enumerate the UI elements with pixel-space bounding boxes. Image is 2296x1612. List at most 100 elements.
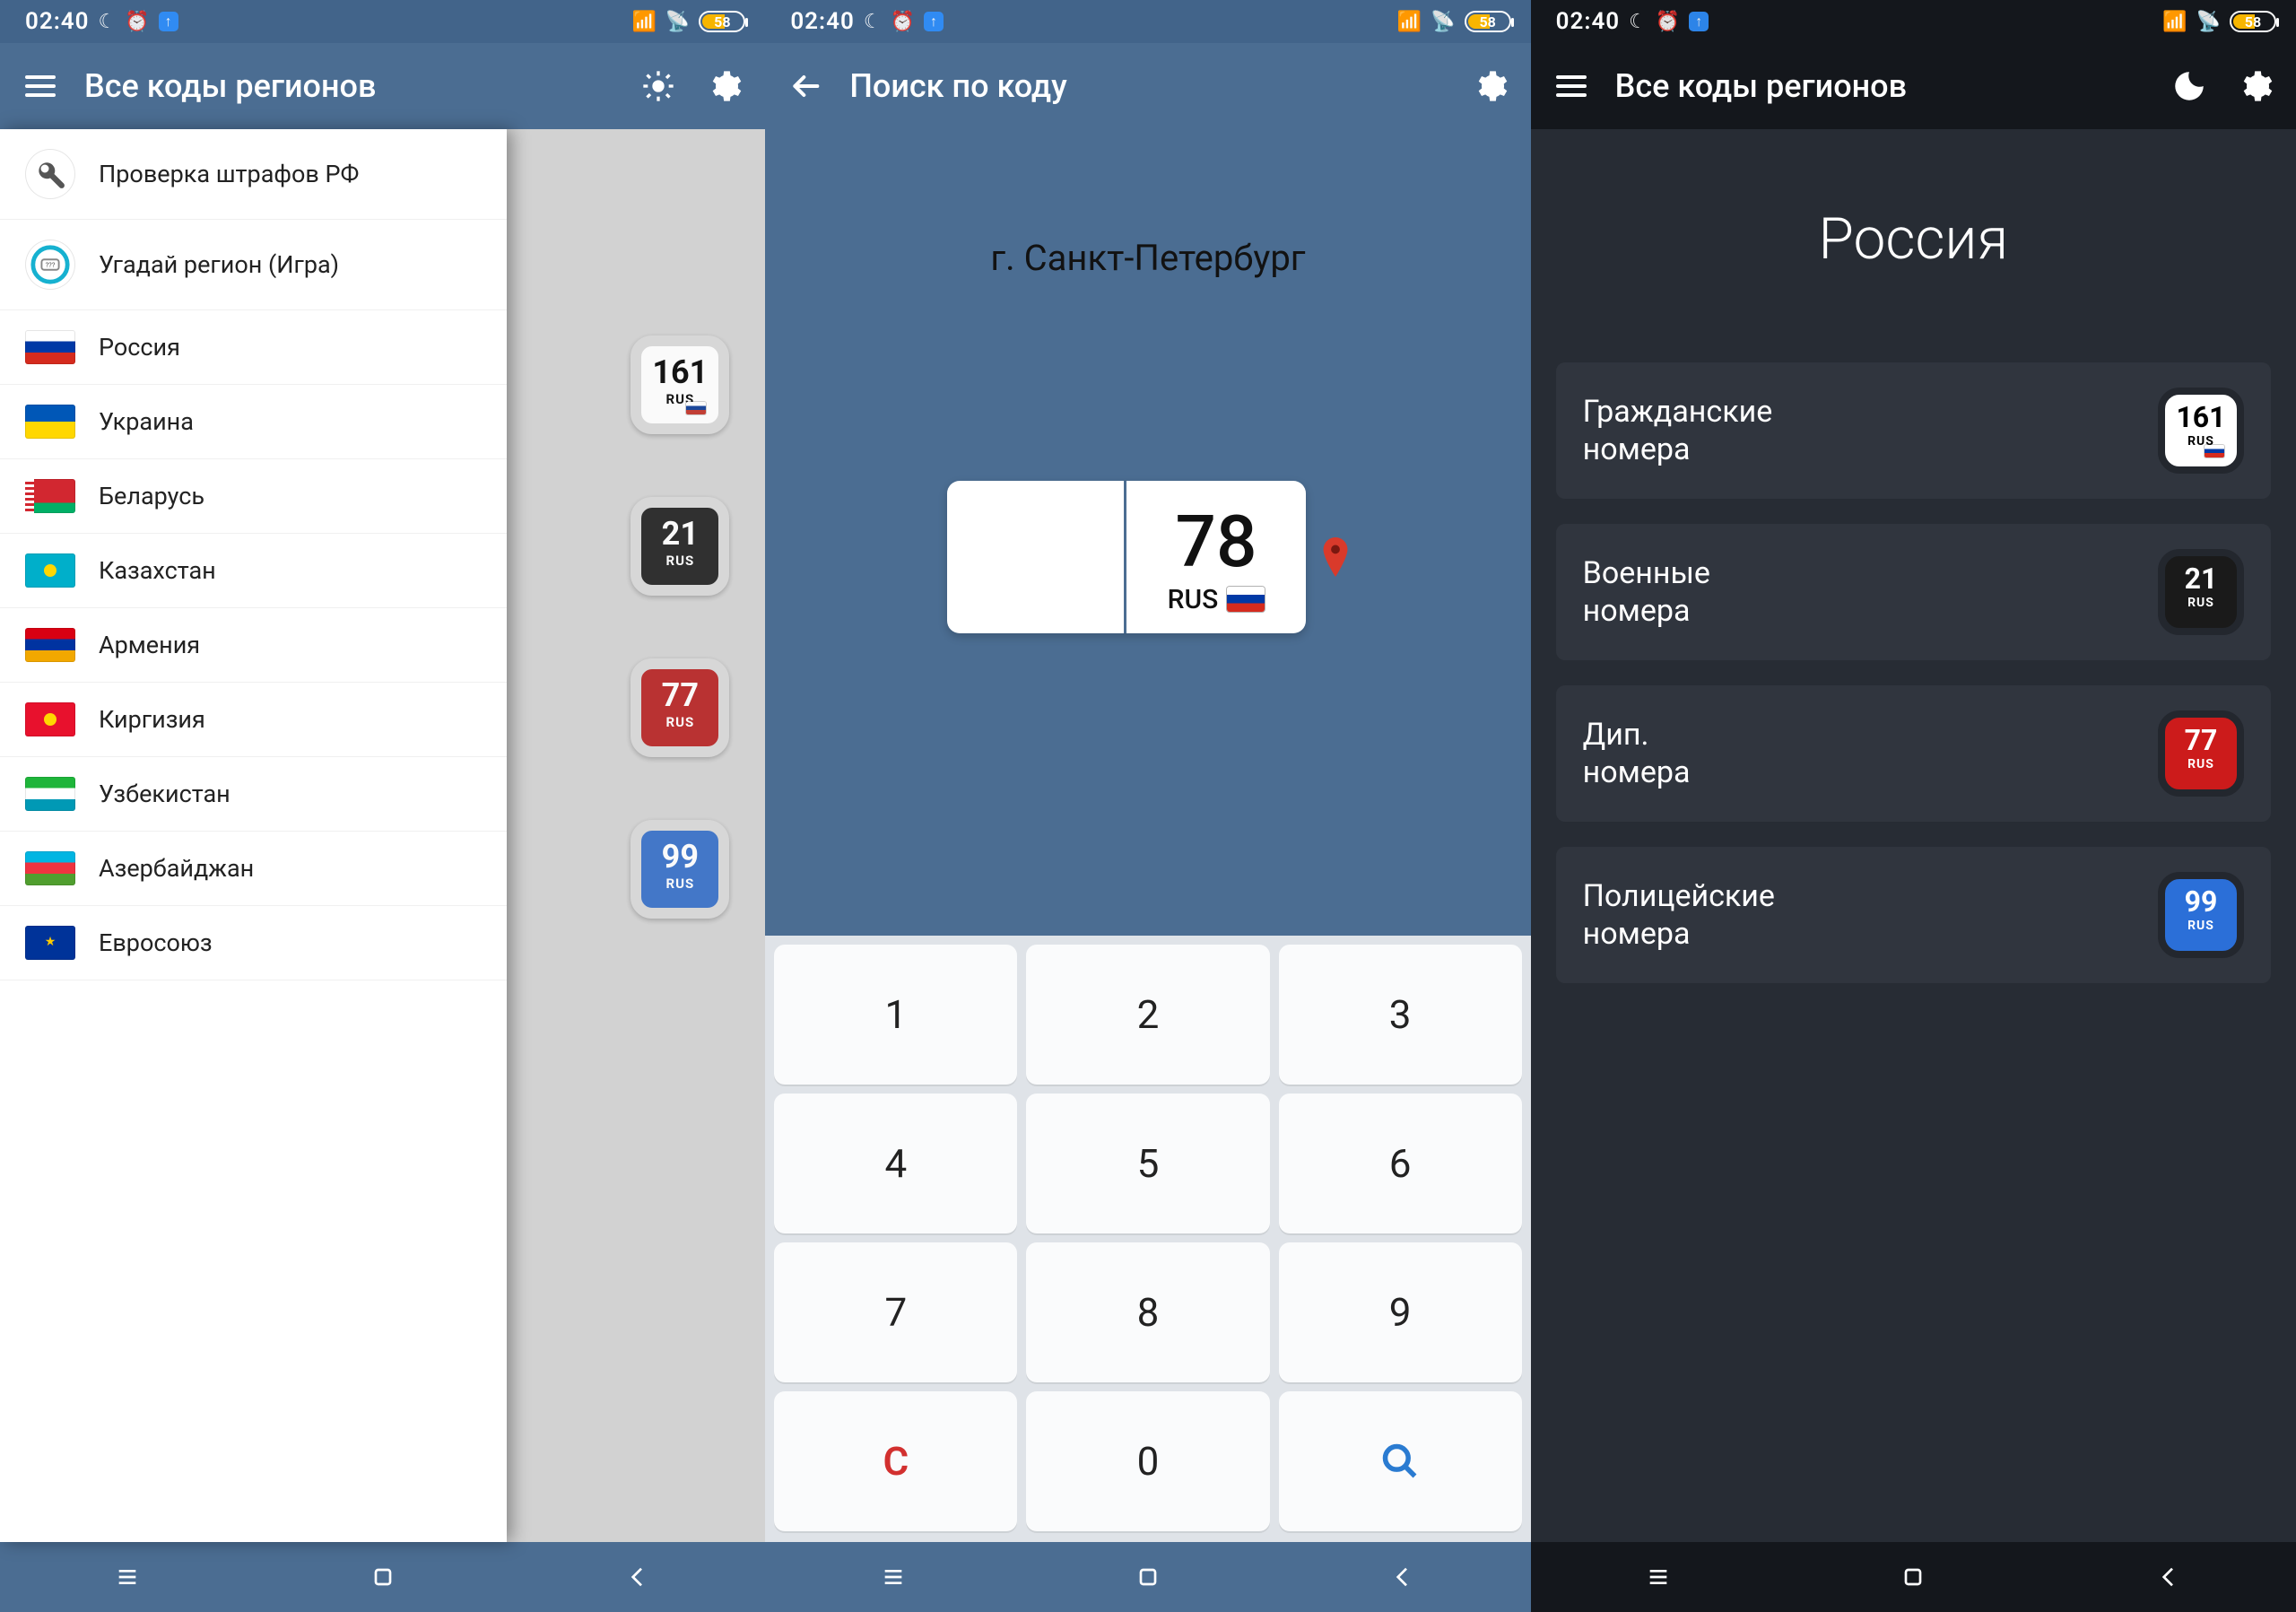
- flag-kg-icon: [25, 702, 75, 736]
- search-content: г. Санкт-Петербург 78 RUS 123 456 789 C0: [765, 129, 1530, 1542]
- drawer-item-label: Казахстан: [99, 556, 216, 585]
- wifi-icon: 📡: [2196, 11, 2221, 33]
- drawer-item-label: Азербайджан: [99, 854, 254, 883]
- moon-icon: ☾: [99, 11, 117, 33]
- map-pin-button[interactable]: [1322, 537, 1349, 577]
- drawer-item-label: Россия: [99, 333, 180, 362]
- appbar-title: Поиск по коду: [849, 67, 1446, 105]
- battery-icon: 58: [699, 11, 745, 32]
- keypad-key-4[interactable]: 4: [774, 1094, 1017, 1233]
- home-button[interactable]: [1898, 1562, 1928, 1592]
- app-bar: Все коды регионов: [1531, 43, 2296, 129]
- drawer-item[interactable]: Армения: [0, 608, 507, 683]
- flag-eu-icon: [25, 926, 75, 960]
- back-button[interactable]: [1387, 1562, 1418, 1592]
- keypad-key-3[interactable]: 3: [1279, 945, 1522, 1085]
- recent-apps-button[interactable]: [878, 1562, 909, 1592]
- system-nav-bar: [1531, 1542, 2296, 1612]
- alarm-icon: ⏰: [125, 11, 149, 33]
- plate-badge: 161RUS: [2158, 388, 2244, 474]
- drawer-item-label: Проверка штрафов РФ: [99, 160, 359, 188]
- keypad-key-1[interactable]: 1: [774, 945, 1017, 1085]
- drawer-item[interactable]: Россия: [0, 310, 507, 385]
- keypad-key-0[interactable]: 0: [1026, 1391, 1269, 1531]
- status-time: 02:40: [790, 8, 855, 35]
- flag-uz-icon: [25, 777, 75, 811]
- keypad-key-6[interactable]: 6: [1279, 1094, 1522, 1233]
- category-label: Военныеномера: [1583, 554, 1710, 631]
- plate-badge[interactable]: 21RUS: [631, 497, 729, 596]
- plate-badge[interactable]: 161RUS: [631, 335, 729, 434]
- category-label: Дип.номера: [1583, 716, 1691, 792]
- settings-button[interactable]: [2233, 64, 2278, 109]
- brightness-button[interactable]: [636, 64, 681, 109]
- drawer-item[interactable]: ???Угадай регион (Игра): [0, 220, 507, 310]
- category-label: Гражданскиеномера: [1583, 393, 1773, 469]
- drawer-item[interactable]: Казахстан: [0, 534, 507, 608]
- keypad-key-7[interactable]: 7: [774, 1242, 1017, 1382]
- flag-by-icon: [25, 479, 75, 513]
- drawer-item[interactable]: Проверка штрафов РФ: [0, 129, 507, 220]
- system-nav-bar: [0, 1542, 765, 1612]
- category-card[interactable]: Гражданскиеномера 161RUS: [1556, 362, 2271, 499]
- back-button[interactable]: [783, 64, 828, 109]
- home-button[interactable]: [368, 1562, 398, 1592]
- status-time: 02:40: [1556, 8, 1621, 35]
- plate-badge: 99RUS: [2158, 872, 2244, 958]
- drawer-item-label: Узбекистан: [99, 780, 230, 808]
- result-region-name: г. Санкт-Петербург: [990, 237, 1305, 279]
- keypad-key-2[interactable]: 2: [1026, 945, 1269, 1085]
- app-bar: Все коды регионов: [0, 43, 765, 129]
- signal-icon: 📶: [632, 11, 657, 33]
- drawer-item[interactable]: Украина: [0, 385, 507, 459]
- plate-badge[interactable]: 99RUS: [631, 820, 729, 919]
- flag-az-icon: [25, 851, 75, 885]
- settings-button[interactable]: [1468, 64, 1513, 109]
- plate-display: 78 RUS: [947, 481, 1306, 633]
- keypad-key-5[interactable]: 5: [1026, 1094, 1269, 1233]
- drawer-item[interactable]: Евросоюз: [0, 906, 507, 980]
- menu-button[interactable]: [18, 64, 63, 109]
- status-bar: 02:40 ☾ ⏰ ↑ 📶 📡 58: [1531, 0, 2296, 43]
- signal-icon: 📶: [2162, 11, 2187, 33]
- category-card[interactable]: Полицейскиеномера99RUS: [1556, 847, 2271, 983]
- screen-categories: 02:40 ☾ ⏰ ↑ 📶 📡 58 Все коды регионов Рос…: [1531, 0, 2296, 1612]
- drawer-item-label: Киргизия: [99, 705, 205, 734]
- system-nav-bar: [765, 1542, 1530, 1612]
- drawer-item[interactable]: Азербайджан: [0, 832, 507, 906]
- navigation-drawer[interactable]: Проверка штрафов РФ ???Угадай регион (Игр…: [0, 129, 507, 1542]
- recent-apps-button[interactable]: [112, 1562, 143, 1592]
- recent-apps-button[interactable]: [1643, 1562, 1674, 1592]
- screen-drawer: 02:40 ☾ ⏰ ↑ 📶 📡 58 Все коды регионов 161…: [0, 0, 765, 1612]
- keypad-key-8[interactable]: 8: [1026, 1242, 1269, 1382]
- flag-kz-icon: [25, 553, 75, 588]
- flag-am-icon: [25, 628, 75, 662]
- keypad-key-9[interactable]: 9: [1279, 1242, 1522, 1382]
- drawer-item[interactable]: Узбекистан: [0, 757, 507, 832]
- back-button[interactable]: [2153, 1562, 2184, 1592]
- categories-content: Россия Гражданскиеномера161RUSВоенныеном…: [1531, 129, 2296, 1542]
- category-card[interactable]: Дип.номера77RUS: [1556, 685, 2271, 822]
- background-badges: 161RUS 21RUS 77RUS 99RUS: [631, 335, 729, 919]
- app-bar: Поиск по коду: [765, 43, 1530, 129]
- wifi-icon: 📡: [665, 11, 690, 33]
- home-button[interactable]: [1133, 1562, 1163, 1592]
- status-time: 02:40: [25, 8, 90, 35]
- screen-search: 02:40 ☾ ⏰ ↑ 📶 📡 58 Поиск по коду г. Санк…: [765, 0, 1530, 1612]
- keypad-search-button[interactable]: [1279, 1391, 1522, 1531]
- flag-ru-icon: [1227, 587, 1265, 612]
- plate-badge: 21RUS: [2158, 549, 2244, 635]
- menu-button[interactable]: [1549, 64, 1594, 109]
- battery-icon: 58: [1465, 11, 1511, 32]
- drawer-item[interactable]: Киргизия: [0, 683, 507, 757]
- wifi-icon: 📡: [1431, 11, 1455, 33]
- back-button[interactable]: [622, 1562, 653, 1592]
- svg-text:???: ???: [46, 261, 56, 269]
- plate-badge[interactable]: 77RUS: [631, 658, 729, 757]
- alarm-icon: ⏰: [1656, 11, 1680, 33]
- keypad-clear-button[interactable]: C: [774, 1391, 1017, 1531]
- category-card[interactable]: Военныеномера 21RUS: [1556, 524, 2271, 660]
- settings-button[interactable]: [702, 64, 747, 109]
- theme-toggle-button[interactable]: [2167, 64, 2212, 109]
- drawer-item[interactable]: Беларусь: [0, 459, 507, 534]
